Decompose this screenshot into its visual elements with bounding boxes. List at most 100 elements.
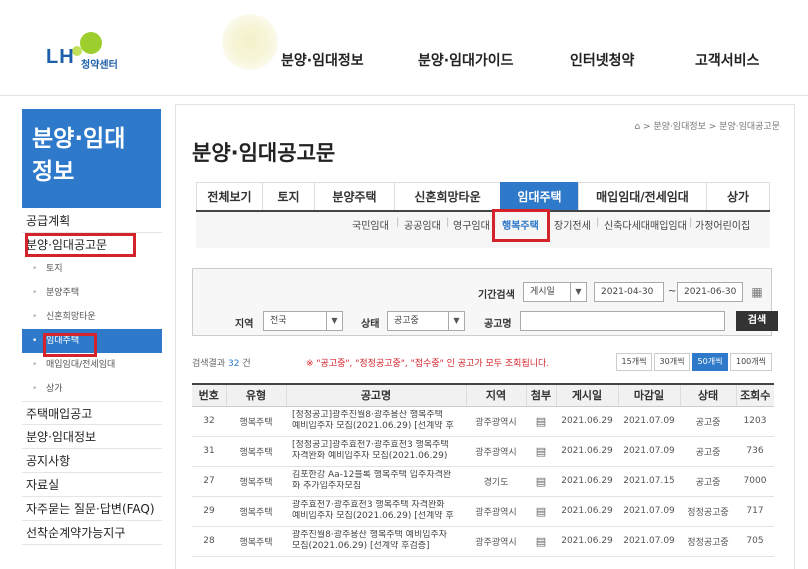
- cell-no: 32: [192, 406, 226, 437]
- chevron-down-icon: ▼: [448, 312, 464, 330]
- title-line1: 광주효천7·광주효천3 행복주택 자격완화: [292, 500, 445, 510]
- col-header-views: 조회수: [735, 383, 774, 407]
- cell-title-link[interactable]: [정정공고]광주진월8·광주용산 행복주택 예비입주자 모집(2021.06.29…: [286, 406, 466, 437]
- cell-title-link[interactable]: [정정공고]광주효천7·광주효천3 행복주택 자격완화 예비입주자 모집(2021…: [286, 436, 466, 467]
- table-row[interactable]: 27 행복주택 김포한강 Aa-12블록 행복주택 입주자격완 화 추가입주자모집…: [192, 466, 774, 497]
- gnb-sales-rental-guide[interactable]: 분양·임대가이드: [418, 50, 513, 70]
- date-to-input[interactable]: 2021-06-30: [677, 282, 743, 302]
- gnb-customer-service[interactable]: 고객서비스: [695, 50, 759, 70]
- table-row[interactable]: 28 행복주택 광주진월8·광주용산 행복주택 예비입주자 모집(2021.06.…: [192, 526, 774, 557]
- sidebar-item-faq[interactable]: 자주묻는 질문·답변(FAQ): [22, 497, 162, 521]
- lh-logo[interactable]: LH 청약센터: [46, 32, 146, 72]
- sidebar-sub-land[interactable]: • 토지: [22, 257, 162, 281]
- sidebar-title-line1: 분양·임대: [32, 126, 126, 152]
- chevron-down-icon: ▼: [570, 283, 586, 301]
- table-row[interactable]: 31 행복주택 [정정공고]광주효천7·광주효천3 행복주택 자격완화 예비입주자…: [192, 436, 774, 467]
- cell-type: 행복주택: [226, 406, 286, 437]
- cell-title-link[interactable]: 광주효천7·광주효천3 행복주택 자격완화 예비입주자 모집(2021.06.29…: [286, 496, 466, 527]
- col-header-attach: 첨부: [525, 383, 556, 407]
- sidebar-sub-sale-housing[interactable]: • 분양주택: [22, 281, 162, 305]
- cell-type: 행복주택: [226, 526, 286, 557]
- table-row[interactable]: 32 행복주택 [정정공고]광주진월8·광주용산 행복주택 예비입주자 모집(20…: [192, 406, 774, 437]
- cell-title-link[interactable]: 김포한강 Aa-12블록 행복주택 입주자격완 화 추가입주자모집: [286, 466, 466, 497]
- cell-status: 정정공고중: [680, 496, 736, 527]
- sidebar-item-first-come[interactable]: 선착순계약가능지구: [22, 521, 162, 545]
- sidebar-item-notices[interactable]: 공지사항: [22, 449, 162, 473]
- page-size-100[interactable]: 100개씩: [730, 353, 772, 371]
- bullet-icon: •: [32, 288, 38, 298]
- gnb-internet-application[interactable]: 인터넷청약: [570, 50, 634, 70]
- home-icon[interactable]: ⌂: [634, 122, 640, 132]
- subtab-daycare[interactable]: 가정어린이집: [695, 217, 750, 232]
- cell-deadline: 2021.07.09: [618, 496, 680, 527]
- sidebar-sub-commercial[interactable]: • 상가: [22, 377, 162, 401]
- page-title: 분양·임대공고문: [192, 141, 336, 165]
- attachment-icon[interactable]: ▤: [526, 436, 556, 467]
- page-size-15[interactable]: 15개씩: [616, 353, 652, 371]
- region-select[interactable]: 전국 ▼: [263, 311, 343, 331]
- attachment-icon[interactable]: ▤: [526, 496, 556, 527]
- region-label: 지역: [235, 319, 254, 330]
- breadcrumb: ⌂ > 분양·임대정보 > 분양·임대공고문: [634, 119, 780, 132]
- period-label: 기간검색: [478, 290, 515, 301]
- calendar-icon[interactable]: ▦: [748, 283, 766, 301]
- title-line1: 광주진월8·광주용산 행복주택 예비입주자: [292, 530, 448, 540]
- tab-land[interactable]: 토지: [262, 182, 314, 210]
- subtab-national-rental[interactable]: 국민임대: [352, 217, 389, 232]
- region-select-value: 전국: [270, 316, 287, 326]
- period-select[interactable]: 게시일 ▼: [523, 282, 587, 302]
- cell-no: 31: [192, 436, 226, 467]
- sidebar-item-housing-purchase[interactable]: 주택매입공고: [22, 401, 162, 425]
- title-line2: 자격완화 예비입주자 모집(2021.06.29): [292, 451, 448, 461]
- cell-status: 공고중: [680, 406, 736, 437]
- tab-purchase-rental[interactable]: 매입임대/전세임대: [578, 182, 706, 210]
- left-sidebar: 분양·임대 정보 공급계획 분양·임대공고문 • 토지 • 분양주택 • 신혼희망타운…: [22, 109, 162, 545]
- status-select-value: 공고중: [394, 316, 419, 326]
- sidebar-item-library[interactable]: 자료실: [22, 473, 162, 497]
- cell-views: 7000: [736, 466, 774, 497]
- cell-views: 717: [736, 496, 774, 527]
- date-from-input[interactable]: 2021-04-30: [594, 282, 664, 302]
- tab-all[interactable]: 전체보기: [196, 182, 262, 210]
- search-button[interactable]: 검색: [736, 311, 778, 331]
- sidebar-item-supply-plan[interactable]: 공급계획: [22, 209, 162, 233]
- cell-no: 29: [192, 496, 226, 527]
- title-line1: 김포한강 Aa-12블록 행복주택 입주자격완: [292, 470, 452, 480]
- sidebar-sub-newlywed-town[interactable]: • 신혼희망타운: [22, 305, 162, 329]
- title-line2: 모집(2021.06.29) [선계약 후검증]: [292, 541, 430, 551]
- chevron-down-icon: ▼: [326, 312, 342, 330]
- bullet-icon: •: [32, 312, 38, 322]
- cell-views: 705: [736, 526, 774, 557]
- tab-sale-housing[interactable]: 분양주택: [314, 182, 394, 210]
- tab-rental-housing[interactable]: 임대주택: [500, 182, 578, 210]
- subtab-new-multi-purchase[interactable]: 신축다세대매입임대: [604, 217, 687, 232]
- subtab-public-rental[interactable]: 공공임대: [404, 217, 441, 232]
- page-size-30[interactable]: 30개씩: [654, 353, 690, 371]
- attachment-icon[interactable]: ▤: [526, 466, 556, 497]
- subtab-long-term-jeonse[interactable]: 장기전세: [554, 217, 591, 232]
- subtab-permanent-rental[interactable]: 영구임대: [453, 217, 490, 232]
- name-label: 공고명: [484, 319, 512, 330]
- gnb-sales-rental-info[interactable]: 분양·임대정보: [281, 50, 364, 70]
- col-header-no: 번호: [192, 383, 226, 407]
- highlight-announcements: [25, 233, 136, 257]
- attachment-icon[interactable]: ▤: [526, 406, 556, 437]
- status-notice: ※ "공고중", "정정공고중", "접수중" 인 공고가 모두 조회됩니다.: [306, 359, 550, 369]
- announcement-name-input[interactable]: [520, 311, 725, 331]
- sidebar-item-sales-info[interactable]: 분양·임대정보: [22, 425, 162, 449]
- cell-type: 행복주택: [226, 436, 286, 467]
- cell-deadline: 2021.07.09: [618, 436, 680, 467]
- col-header-deadline: 마감일: [617, 383, 680, 407]
- attachment-icon[interactable]: ▤: [526, 526, 556, 557]
- status-select[interactable]: 공고중 ▼: [387, 311, 465, 331]
- cell-title-link[interactable]: 광주진월8·광주용산 행복주택 예비입주자 모집(2021.06.29) [선계약…: [286, 526, 466, 557]
- cell-status: 공고중: [680, 436, 736, 467]
- cell-posted: 2021.06.29: [556, 436, 618, 467]
- cell-no: 28: [192, 526, 226, 557]
- title-line1: [정정공고]광주효천7·광주효천3 행복주택: [292, 440, 449, 450]
- subtab-separator: |: [446, 217, 450, 228]
- tab-newlywed-town[interactable]: 신혼희망타운: [394, 182, 500, 210]
- tab-commercial[interactable]: 상가: [706, 182, 770, 210]
- page-size-50[interactable]: 50개씩: [692, 353, 728, 371]
- table-row[interactable]: 29 행복주택 광주효천7·광주효천3 행복주택 자격완화 예비입주자 모집(20…: [192, 496, 774, 527]
